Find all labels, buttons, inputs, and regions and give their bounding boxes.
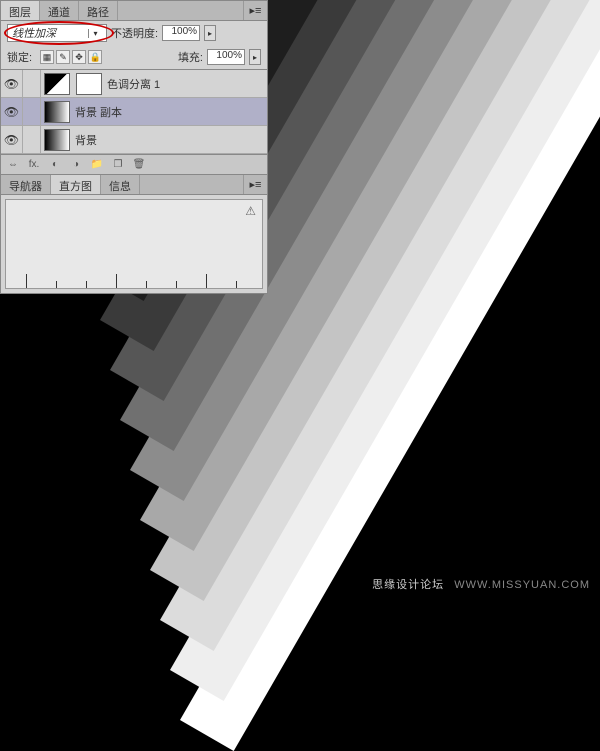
visibility-icon[interactable]: 👁 [1,70,23,98]
warning-icon[interactable]: ⚠ [245,204,256,218]
fill-flyout-icon[interactable]: ▸ [249,49,261,65]
tab-navigator[interactable]: 导航器 [1,175,51,194]
layer-thumbnail[interactable] [44,73,70,95]
fill-input[interactable]: 100% [207,49,245,65]
tab-channels[interactable]: 通道 [40,1,79,20]
mask-thumbnail[interactable] [76,73,102,95]
histogram-tick [86,281,87,288]
lock-label: 锁定: [7,49,32,65]
info-menu-icon[interactable]: ▸≡ [243,175,267,194]
chevron-down-icon: ▾ [88,29,102,38]
lock-pixels-icon[interactable]: ✎ [56,50,70,64]
histogram-tick [146,281,147,288]
histogram-tick [176,281,177,288]
opacity-input[interactable]: 100% [162,25,200,41]
layer-thumbnail[interactable] [44,129,70,151]
visibility-icon[interactable]: 👁 [1,98,23,126]
info-tabs: 导航器 直方图 信息 ▸≡ [1,175,267,195]
lock-all-icon[interactable]: 🔒 [88,50,102,64]
histogram-tick [236,281,237,288]
lock-fill-row: 锁定: ▦ ✎ ✥ 🔒 填充: 100% ▸ [1,45,267,69]
histogram-tick [116,274,117,288]
new-layer-icon[interactable]: ❐ [108,157,128,173]
blend-opacity-row: 线性加深 ▾ 不透明度: 100% ▸ [1,21,267,45]
layer-group-icon[interactable]: 📁 [87,157,107,173]
link-layers-icon[interactable]: ⇔ [3,157,23,173]
histogram-tick [26,274,27,288]
layer-fx-icon[interactable]: fx. [24,157,44,173]
histogram-ticks [6,268,262,288]
fill-label: 填充: [178,49,203,65]
info-panel: 导航器 直方图 信息 ▸≡ ⚠ [1,174,267,289]
blend-mode-select[interactable]: 线性加深 ▾ [7,24,107,42]
histogram-display: ⚠ [5,199,263,289]
watermark-cn: 思缘设计论坛 [372,579,444,591]
link-cell [23,70,41,98]
layer-name: 背景 副本 [75,104,122,120]
layer-row[interactable]: 👁 背景 [1,126,267,154]
watermark-en: WWW.MISSYUAN.COM [454,579,590,591]
layer-name: 色调分离 1 [107,76,160,92]
layers-footer: ⇔ fx. ◐ ◑ 📁 ❐ 🗑 [1,154,267,174]
layer-row[interactable]: 👁 色调分离 1 [1,70,267,98]
tab-paths[interactable]: 路径 [79,1,118,20]
tab-histogram[interactable]: 直方图 [51,175,101,194]
adjustment-layer-icon[interactable]: ◑ [66,157,86,173]
layers-list: 👁 色调分离 1 👁 背景 副本 👁 背景 [1,69,267,154]
histogram-tick [56,281,57,288]
lock-icons-group: ▦ ✎ ✥ 🔒 [40,50,102,64]
visibility-icon[interactable]: 👁 [1,126,23,154]
histogram-tick [206,274,207,288]
watermark: 思缘设计论坛 WWW.MISSYUAN.COM [372,576,590,592]
layer-row[interactable]: 👁 背景 副本 [1,98,267,126]
layer-name: 背景 [75,132,97,148]
panel-menu-icon[interactable]: ▸≡ [243,1,267,20]
link-cell [23,126,41,154]
panel-tabs: 图层 通道 路径 ▸≡ [1,1,267,21]
layer-thumbnail[interactable] [44,101,70,123]
lock-transparency-icon[interactable]: ▦ [40,50,54,64]
opacity-flyout-icon[interactable]: ▸ [204,25,216,41]
tab-info[interactable]: 信息 [101,175,140,194]
layers-panel: 图层 通道 路径 ▸≡ 线性加深 ▾ 不透明度: 100% ▸ 锁定: ▦ ✎ … [0,0,268,294]
delete-layer-icon[interactable]: 🗑 [129,157,149,173]
link-cell [23,98,41,126]
lock-position-icon[interactable]: ✥ [72,50,86,64]
opacity-label: 不透明度: [111,25,158,41]
blend-mode-value: 线性加深 [12,25,56,41]
layer-mask-icon[interactable]: ◐ [45,157,65,173]
tab-layers[interactable]: 图层 [1,1,40,20]
